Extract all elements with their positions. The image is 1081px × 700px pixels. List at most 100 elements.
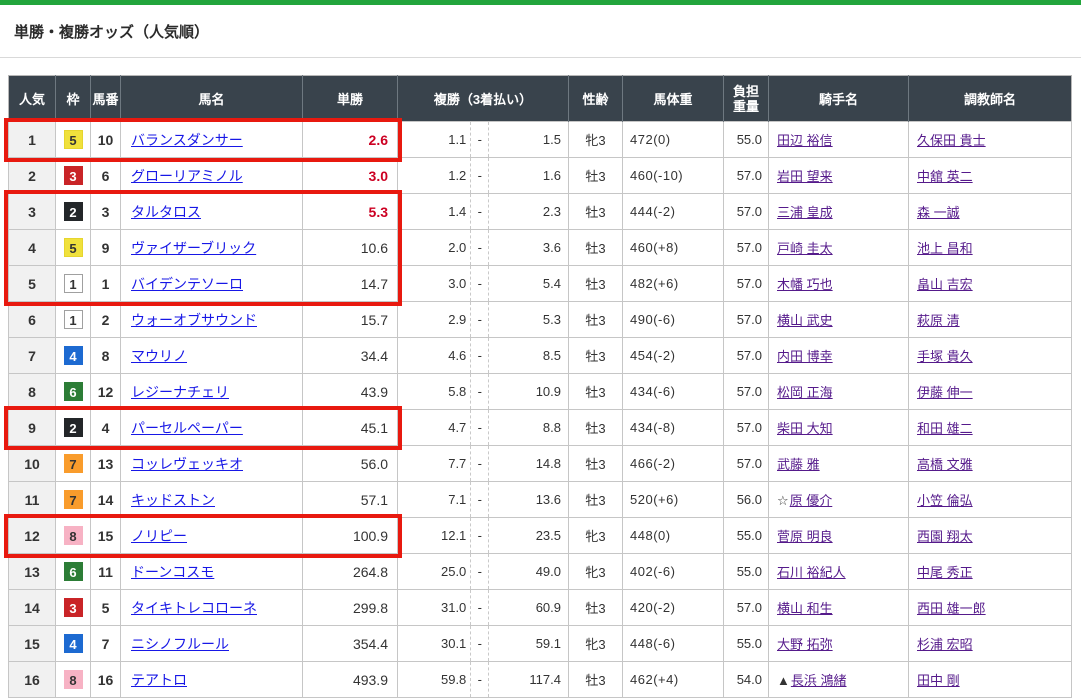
place-odds-cell: 30.1 - 59.1 bbox=[398, 626, 569, 662]
trainer-link[interactable]: 萩原 清 bbox=[917, 313, 960, 328]
trainer-cell: 伊藤 伸一 bbox=[909, 374, 1072, 410]
trainer-link[interactable]: 伊藤 伸一 bbox=[917, 385, 973, 400]
frame-number-badge: 1 bbox=[64, 310, 83, 329]
load-weight-cell: 57.0 bbox=[724, 194, 769, 230]
jockey-link[interactable]: 原 優介 bbox=[790, 493, 833, 508]
jockey-cell: 戸崎 圭太 bbox=[769, 230, 909, 266]
jockey-cell: 大野 拓弥 bbox=[769, 626, 909, 662]
horse-link[interactable]: マウリノ bbox=[131, 348, 187, 364]
jockey-link[interactable]: 大野 拓弥 bbox=[777, 637, 833, 652]
weight-cell: 490(-6) bbox=[623, 302, 724, 338]
win-odds-cell: 56.0 bbox=[303, 446, 398, 482]
horse-name-cell: コッレヴェッキオ bbox=[121, 446, 303, 482]
trainer-link[interactable]: 久保田 貴士 bbox=[917, 133, 986, 148]
trainer-link[interactable]: 西田 雄一郎 bbox=[917, 601, 986, 616]
trainer-link[interactable]: 畠山 吉宏 bbox=[917, 277, 973, 292]
trainer-cell: 畠山 吉宏 bbox=[909, 266, 1072, 302]
rank-cell: 2 bbox=[9, 158, 56, 194]
place-odds-range: 25.0 - 49.0 bbox=[398, 554, 568, 589]
weight-cell: 460(+8) bbox=[623, 230, 724, 266]
jockey-link[interactable]: 田辺 裕信 bbox=[777, 133, 833, 148]
jockey-cell: 石川 裕紀人 bbox=[769, 554, 909, 590]
place-odds-high: 10.9 bbox=[489, 374, 568, 409]
horse-link[interactable]: ドーンコスモ bbox=[131, 564, 214, 580]
trainer-cell: 高橋 文雅 bbox=[909, 446, 1072, 482]
rank-cell: 10 bbox=[9, 446, 56, 482]
rank-cell: 3 bbox=[9, 194, 56, 230]
load-weight-cell: 57.0 bbox=[724, 266, 769, 302]
trainer-link[interactable]: 杉浦 宏昭 bbox=[917, 637, 973, 652]
col-header-place: 複勝（3着払い） bbox=[398, 76, 569, 122]
jockey-link[interactable]: 長浜 鴻緒 bbox=[791, 673, 847, 688]
win-odds-cell: 34.4 bbox=[303, 338, 398, 374]
table-row: 6 1 2 ウォーオブサウンド 15.7 2.9 - 5.3 牡3 490(-6… bbox=[9, 302, 1072, 338]
jockey-cell: 菅原 明良 bbox=[769, 518, 909, 554]
frame-cell: 6 bbox=[56, 374, 91, 410]
trainer-link[interactable]: 小笠 倫弘 bbox=[917, 493, 973, 508]
horse-link[interactable]: ヴァイザーブリック bbox=[131, 240, 256, 256]
jockey-link[interactable]: 横山 和生 bbox=[777, 601, 833, 616]
place-odds-cell: 25.0 - 49.0 bbox=[398, 554, 569, 590]
jockey-link[interactable]: 岩田 望来 bbox=[777, 169, 833, 184]
place-odds-high: 60.9 bbox=[489, 590, 568, 625]
horse-link[interactable]: バイデンテソーロ bbox=[131, 276, 243, 292]
horse-link[interactable]: キッドストン bbox=[131, 492, 215, 508]
load-weight-cell: 56.0 bbox=[724, 482, 769, 518]
horse-link[interactable]: バランスダンサー bbox=[131, 132, 243, 148]
jockey-link[interactable]: 石川 裕紀人 bbox=[777, 565, 846, 580]
jockey-link[interactable]: 横山 武史 bbox=[777, 313, 833, 328]
jockey-link[interactable]: 戸崎 圭太 bbox=[777, 241, 833, 256]
horse-link[interactable]: タイキトレコローネ bbox=[131, 600, 257, 616]
horse-link[interactable]: タルタロス bbox=[131, 204, 201, 220]
horse-link[interactable]: グローリアミノル bbox=[131, 168, 243, 184]
place-odds-low: 59.8 bbox=[398, 662, 471, 697]
trainer-link[interactable]: 和田 雄二 bbox=[917, 421, 973, 436]
horse-link[interactable]: ノリピー bbox=[131, 528, 187, 544]
horse-number-cell: 8 bbox=[91, 338, 121, 374]
trainer-link[interactable]: 中尾 秀正 bbox=[917, 565, 973, 580]
rank-cell: 14 bbox=[9, 590, 56, 626]
place-odds-low: 3.0 bbox=[398, 266, 471, 301]
jockey-link[interactable]: 三浦 皇成 bbox=[777, 205, 833, 220]
rank-cell: 4 bbox=[9, 230, 56, 266]
horse-link[interactable]: ニシノフルール bbox=[131, 636, 229, 652]
place-odds-low: 1.2 bbox=[398, 158, 471, 193]
jockey-link[interactable]: 武藤 雅 bbox=[777, 457, 820, 472]
jockey-link[interactable]: 柴田 大知 bbox=[777, 421, 833, 436]
sex-age-cell: 牡3 bbox=[569, 266, 623, 302]
place-odds-cell: 4.7 - 8.8 bbox=[398, 410, 569, 446]
trainer-link[interactable]: 手塚 貴久 bbox=[917, 349, 973, 364]
trainer-link[interactable]: 高橋 文雅 bbox=[917, 457, 973, 472]
trainer-link[interactable]: 中舘 英二 bbox=[917, 169, 973, 184]
horse-link[interactable]: コッレヴェッキオ bbox=[131, 456, 243, 472]
trainer-cell: 萩原 清 bbox=[909, 302, 1072, 338]
jockey-link[interactable]: 菅原 明良 bbox=[777, 529, 833, 544]
jockey-link[interactable]: 木幡 巧也 bbox=[777, 277, 833, 292]
horse-number-cell: 13 bbox=[91, 446, 121, 482]
sex-age-cell: 牡3 bbox=[569, 662, 623, 698]
place-odds-separator: - bbox=[471, 122, 489, 157]
trainer-link[interactable]: 西園 翔太 bbox=[917, 529, 973, 544]
horse-link[interactable]: ウォーオブサウンド bbox=[131, 312, 257, 328]
horse-name-cell: ドーンコスモ bbox=[121, 554, 303, 590]
rank-cell: 7 bbox=[9, 338, 56, 374]
horse-name-cell: バイデンテソーロ bbox=[121, 266, 303, 302]
place-odds-low: 5.8 bbox=[398, 374, 471, 409]
trainer-link[interactable]: 森 一誠 bbox=[917, 205, 960, 220]
jockey-link[interactable]: 内田 博幸 bbox=[777, 349, 833, 364]
place-odds-cell: 1.4 - 2.3 bbox=[398, 194, 569, 230]
place-odds-separator: - bbox=[471, 374, 489, 409]
place-odds-range: 31.0 - 60.9 bbox=[398, 590, 568, 625]
trainer-cell: 久保田 貴士 bbox=[909, 122, 1072, 158]
jockey-link[interactable]: 松岡 正海 bbox=[777, 385, 833, 400]
col-header-frame: 枠 bbox=[56, 76, 91, 122]
trainer-link[interactable]: 池上 昌和 bbox=[917, 241, 973, 256]
trainer-link[interactable]: 田中 剛 bbox=[917, 673, 960, 688]
horse-link[interactable]: レジーナチェリ bbox=[131, 384, 229, 400]
place-odds-high: 3.6 bbox=[489, 230, 568, 265]
horse-link[interactable]: パーセルペーパー bbox=[131, 420, 243, 436]
horse-link[interactable]: テアトロ bbox=[131, 672, 187, 688]
col-header-load: 負担 重量 bbox=[724, 76, 769, 122]
place-odds-range: 4.7 - 8.8 bbox=[398, 410, 568, 445]
place-odds-range: 12.1 - 23.5 bbox=[398, 518, 568, 553]
